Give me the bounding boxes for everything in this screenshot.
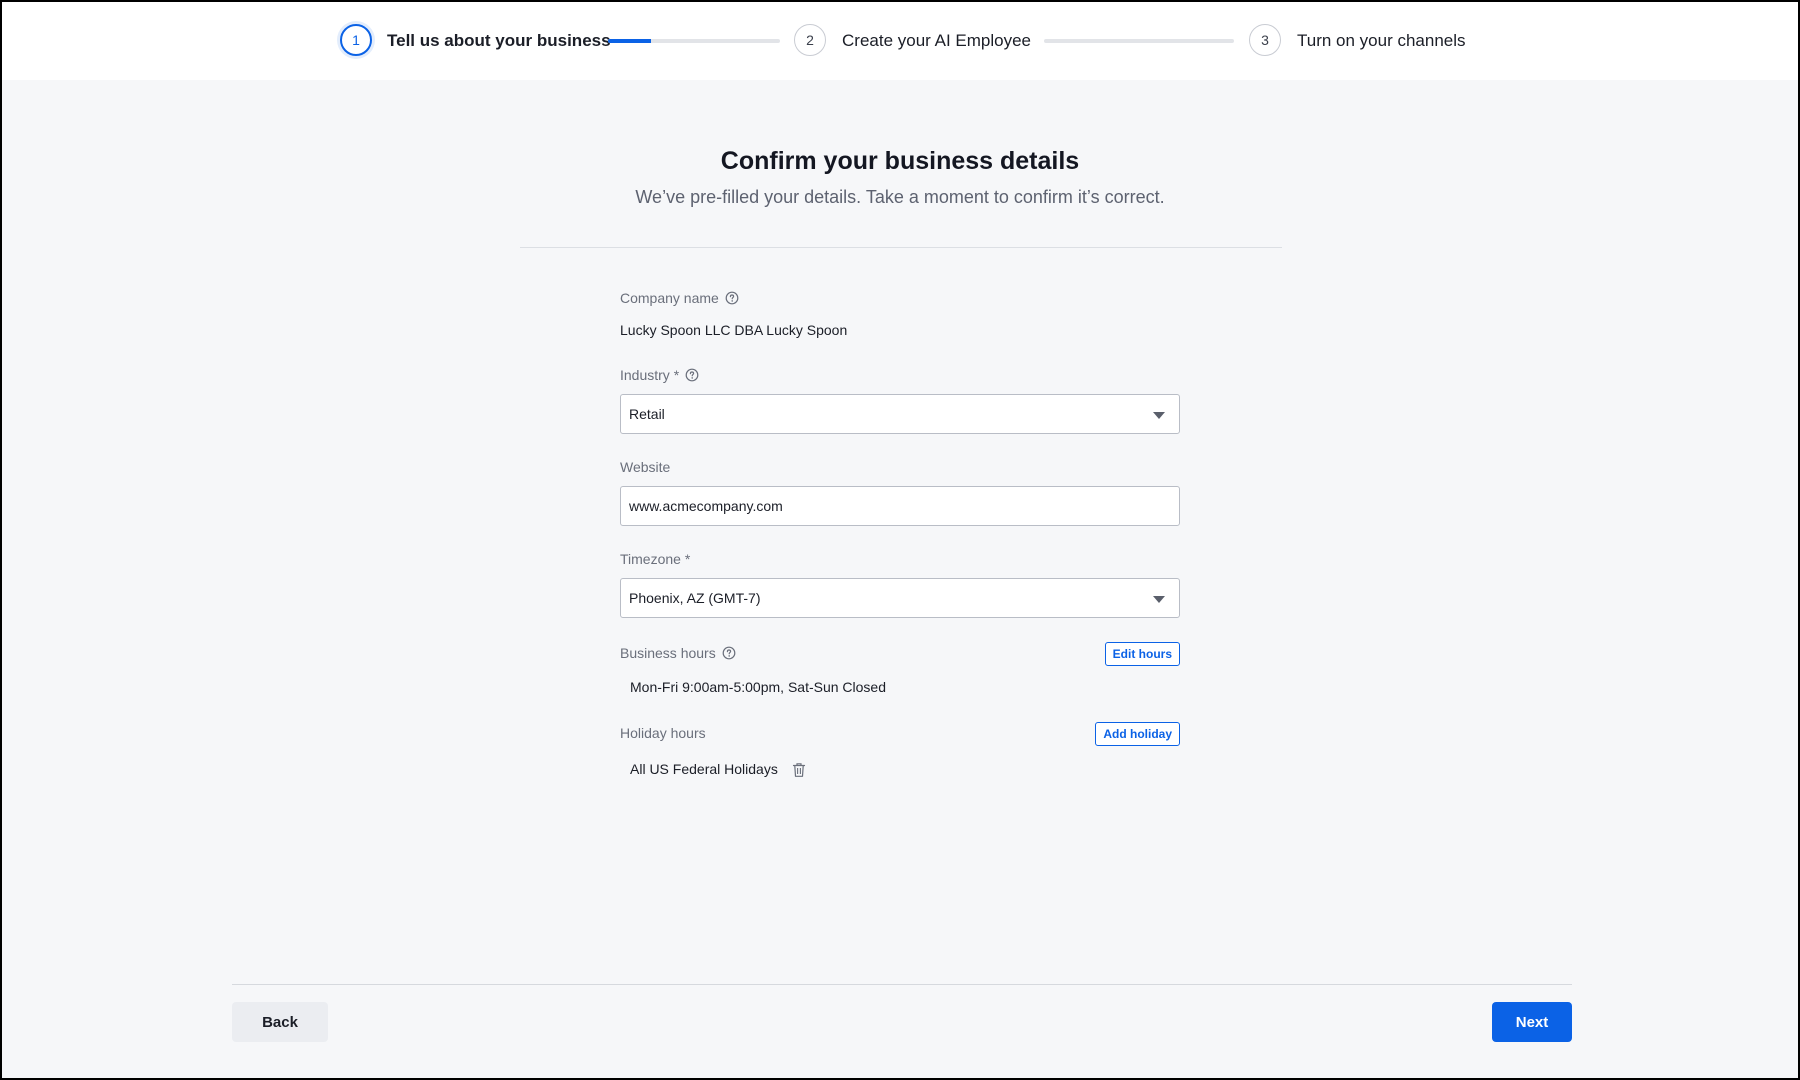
holiday-hours-label-text: Holiday hours — [620, 725, 706, 741]
step-1-label: Tell us about your business — [387, 31, 611, 50]
step-1-progress-fill — [608, 39, 651, 43]
industry-select[interactable]: Retail — [620, 394, 1180, 434]
timezone-label: Timezone * — [620, 551, 690, 567]
step-2-indicator: 2 — [794, 24, 826, 56]
help-icon[interactable] — [725, 291, 739, 305]
business-hours-value: Mon-Fri 9:00am-5:00pm, Sat-Sun Closed — [630, 679, 886, 695]
chevron-down-icon — [1153, 596, 1165, 603]
holiday-hours-value: All US Federal Holidays — [630, 761, 778, 777]
industry-label: Industry * — [620, 367, 699, 383]
company-name-label: Company name — [620, 290, 739, 306]
app-window: 1 Tell us about your business 2 Create y… — [2, 2, 1798, 1078]
trash-icon[interactable] — [792, 762, 806, 778]
company-name-label-text: Company name — [620, 290, 719, 306]
progress-stepper: 1 Tell us about your business 2 Create y… — [2, 2, 1798, 80]
holiday-hours-label: Holiday hours — [620, 725, 706, 741]
website-label-text: Website — [620, 459, 671, 475]
back-button[interactable]: Back — [232, 1002, 328, 1042]
website-input-value: www.acmecompany.com — [629, 498, 783, 514]
page-title: Confirm your business details — [720, 147, 1080, 175]
company-name-value: Lucky Spoon LLC DBA Lucky Spoon — [620, 322, 848, 338]
business-hours-label-text: Business hours — [620, 645, 716, 661]
chevron-down-icon — [1153, 412, 1165, 419]
footer-divider — [232, 984, 1572, 985]
timezone-label-text: Timezone * — [620, 551, 691, 567]
page-subtitle: We’ve pre-filled your details. Take a mo… — [635, 187, 1165, 207]
timezone-select[interactable]: Phoenix, AZ (GMT-7) — [620, 578, 1180, 618]
step-2-label: Create your AI Employee — [842, 31, 1031, 50]
step-1-indicator: 1 — [340, 24, 372, 56]
industry-selected-value: Retail — [629, 406, 665, 422]
add-holiday-button[interactable]: Add holiday — [1095, 722, 1180, 746]
step-3-label: Turn on your channels — [1297, 31, 1466, 50]
next-button[interactable]: Next — [1492, 1002, 1572, 1042]
edit-hours-button[interactable]: Edit hours — [1104, 642, 1180, 666]
help-icon[interactable] — [722, 646, 736, 660]
business-hours-label: Business hours — [620, 645, 736, 661]
header-divider — [520, 247, 1282, 248]
website-label: Website — [620, 459, 670, 475]
step-1-progress-track — [608, 39, 780, 43]
step-3-indicator: 3 — [1249, 24, 1281, 56]
website-input[interactable]: www.acmecompany.com — [620, 486, 1180, 526]
step-2-progress-track — [1044, 39, 1234, 43]
timezone-selected-value: Phoenix, AZ (GMT-7) — [629, 590, 761, 606]
industry-label-text: Industry * — [620, 367, 680, 383]
help-icon[interactable] — [685, 368, 699, 382]
